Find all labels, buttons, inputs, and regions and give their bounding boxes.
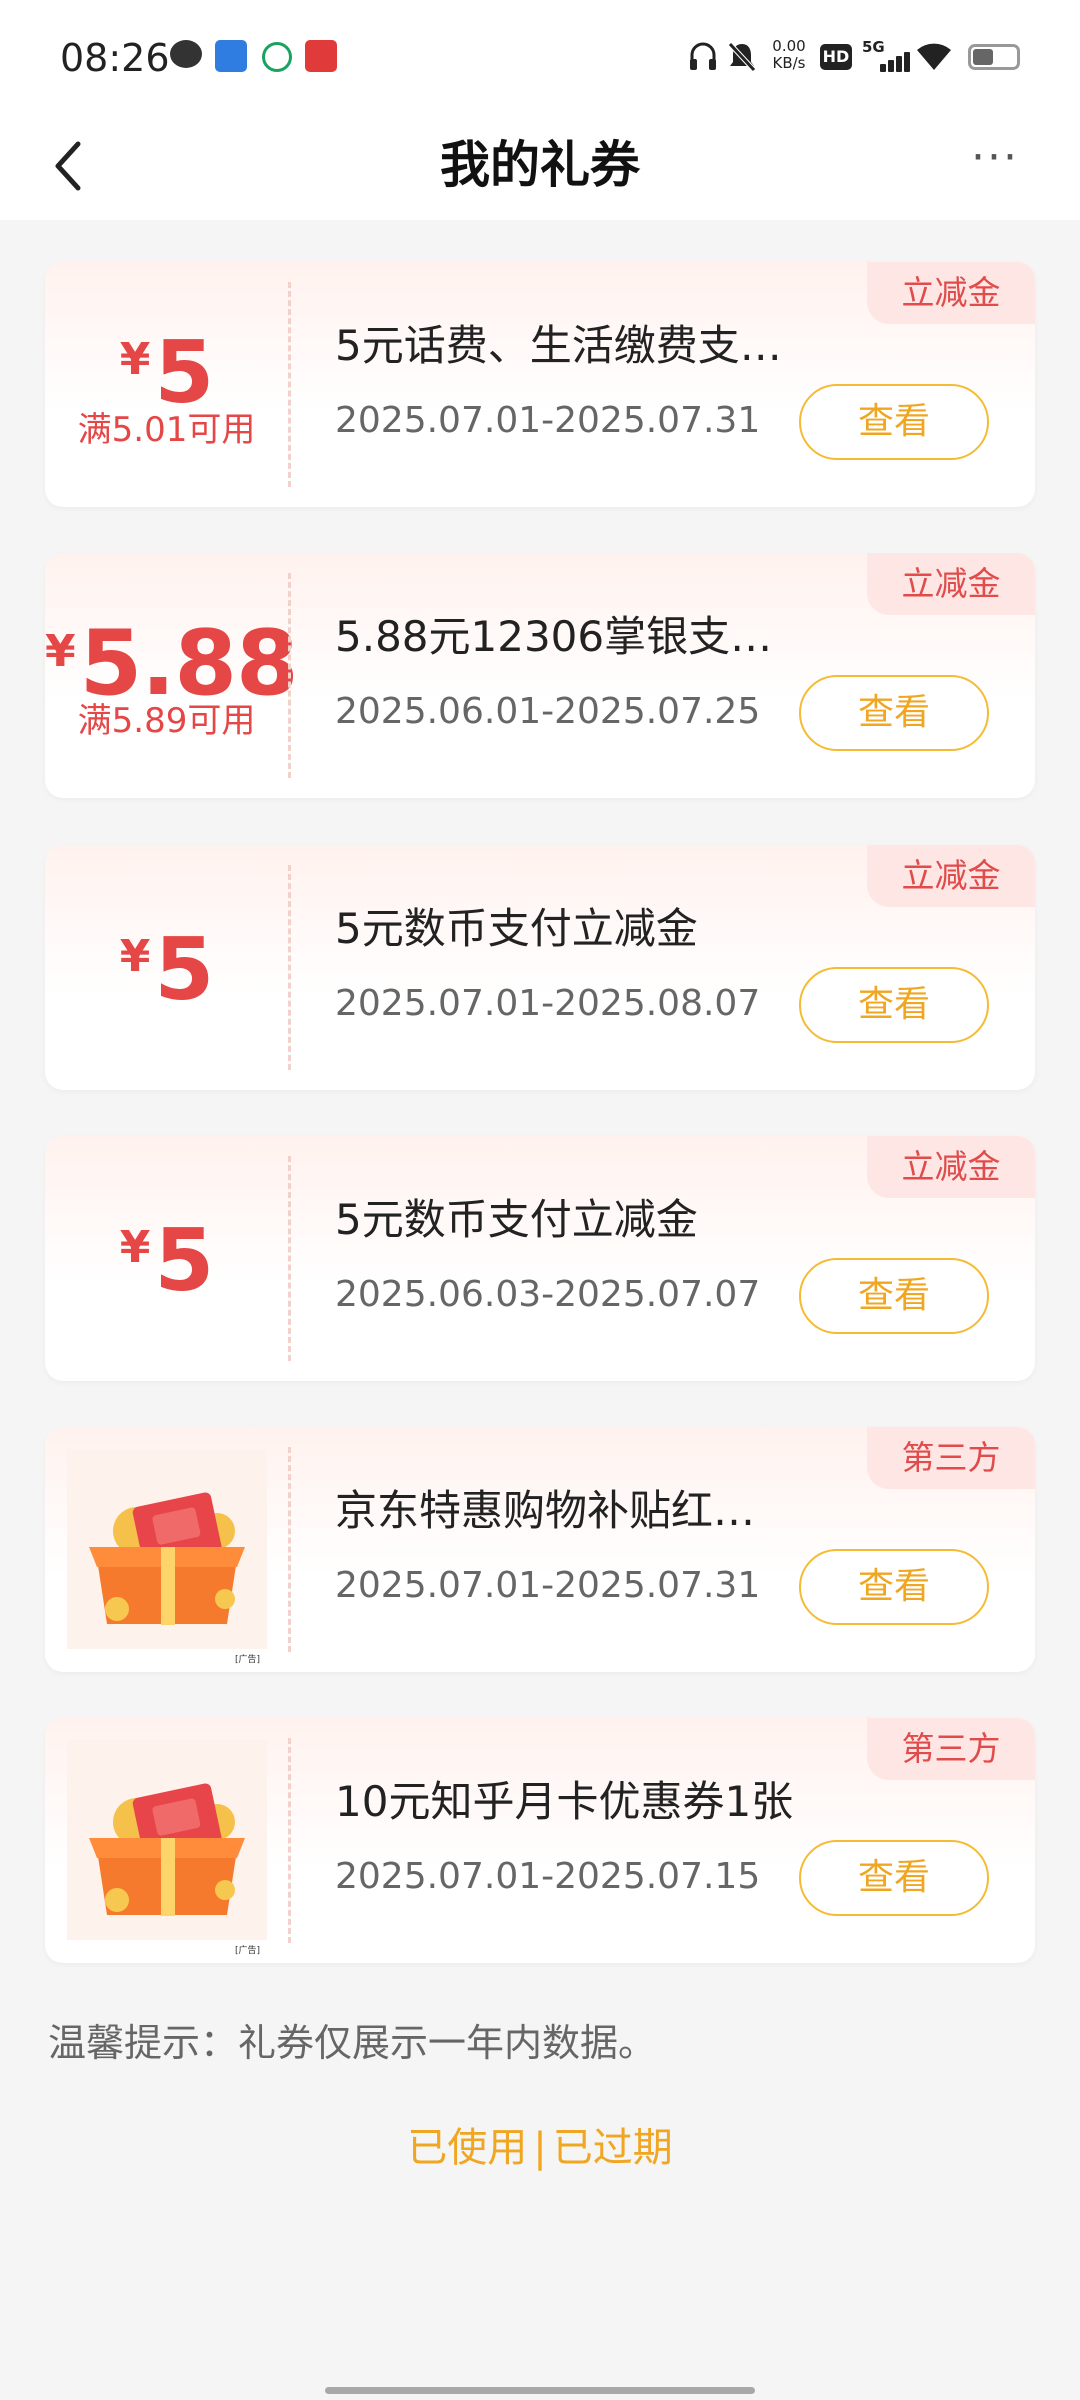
coupon-condition: 满5.01可用 xyxy=(77,410,256,450)
coupon-type-tag: 第三方 xyxy=(867,1427,1035,1489)
dashed-divider xyxy=(288,1738,291,1943)
gift-box-icon: [广告] xyxy=(67,1449,267,1665)
history-links: 已使用 | 已过期 xyxy=(0,2120,1080,2176)
coupon-date-range: 2025.07.01-2025.07.15 xyxy=(335,1856,761,1897)
ad-label: [广告] xyxy=(235,1655,261,1665)
coupon-type-tag: 立减金 xyxy=(867,1136,1035,1198)
gift-box-icon: [广告] xyxy=(67,1740,267,1956)
coupon-amount: ¥5 xyxy=(45,927,288,1013)
coupon-value: ¥5 xyxy=(45,845,288,1090)
dashed-divider xyxy=(288,1156,291,1361)
signal-icon: 5G xyxy=(862,38,910,72)
coupon-card[interactable]: 第三方 [广告] 10元知乎月卡优惠券1张 2025.07.01-2025.07… xyxy=(45,1718,1035,1963)
app-notification-icon xyxy=(215,40,247,72)
coupon-type-tag: 立减金 xyxy=(867,262,1035,324)
currency-symbol: ¥ xyxy=(119,334,151,385)
dashed-divider xyxy=(288,865,291,1070)
view-button[interactable]: 查看 xyxy=(799,384,989,460)
coupon-amount: ¥5 xyxy=(45,1218,288,1304)
coupon-card[interactable]: 立减金 ¥5 5元数币支付立减金 2025.06.03-2025.07.07 查… xyxy=(45,1136,1035,1381)
status-time: 08:26 xyxy=(60,36,170,80)
tip-text: 温馨提示：礼券仅展示一年内数据。 xyxy=(48,2021,657,2065)
headphones-icon xyxy=(688,40,718,80)
coupon-condition: 满5.89可用 xyxy=(77,701,256,741)
coupon-title: 5.88元12306掌银支… xyxy=(335,612,773,661)
coupon-type-tag: 第三方 xyxy=(867,1718,1035,1780)
coupon-value: ¥5.88 满5.89可用 xyxy=(45,553,299,798)
coupon-title: 京东特惠购物补贴红… xyxy=(335,1486,756,1535)
app-notification-icon xyxy=(305,40,337,72)
view-button[interactable]: 查看 xyxy=(799,1258,989,1334)
view-button[interactable]: 查看 xyxy=(799,675,989,751)
speed-value: 0.00 xyxy=(772,37,806,55)
dashed-divider xyxy=(288,573,291,778)
coupon-date-range: 2025.07.01-2025.07.31 xyxy=(335,1565,761,1606)
coupon-card[interactable]: 第三方 [广告] 京东特惠购物补贴红… 2025.07.01-2025.07.3… xyxy=(45,1427,1035,1672)
coupon-title: 5元数币支付立减金 xyxy=(335,1195,698,1244)
coupon-amount: ¥5.88 xyxy=(45,619,299,709)
coupon-card[interactable]: 立减金 ¥5 满5.01可用 5元话费、生活缴费支… 2025.07.01-20… xyxy=(45,262,1035,507)
hd-badge: HD xyxy=(820,44,852,70)
speed-unit: KB/s xyxy=(772,54,806,72)
coupon-date-range: 2025.06.03-2025.07.07 xyxy=(335,1274,761,1315)
coupon-page: 08:26 0.00 KB/s HD 5G 我的礼券 ··· 立减金 ¥5 满5… xyxy=(0,0,1080,2400)
coupon-date-range: 2025.06.01-2025.07.25 xyxy=(335,691,761,732)
used-link[interactable]: 已使用 xyxy=(407,2125,527,2171)
view-button[interactable]: 查看 xyxy=(799,1549,989,1625)
coupon-value: ¥5 xyxy=(45,1136,288,1381)
amount-value: 5 xyxy=(154,323,214,423)
more-dots-icon: ··· xyxy=(971,132,1019,183)
coupon-card[interactable]: 立减金 ¥5 5元数币支付立减金 2025.07.01-2025.08.07 查… xyxy=(45,845,1035,1090)
coupon-type-tag: 立减金 xyxy=(867,845,1035,907)
currency-symbol: ¥ xyxy=(119,931,151,982)
link-separator: | xyxy=(533,2125,547,2171)
coupon-type-tag: 立减金 xyxy=(867,553,1035,615)
page-title: 我的礼券 xyxy=(440,136,640,194)
bell-muted-icon xyxy=(726,40,758,82)
coupon-date-range: 2025.07.01-2025.07.31 xyxy=(335,400,761,441)
currency-symbol: ¥ xyxy=(119,1222,151,1273)
coupon-title: 5元数币支付立减金 xyxy=(335,904,698,953)
wifi-icon xyxy=(915,40,953,80)
currency-symbol: ¥ xyxy=(45,626,76,677)
nav-header: 我的礼券 ··· xyxy=(0,110,1080,220)
view-button[interactable]: 查看 xyxy=(799,967,989,1043)
carrier-icon xyxy=(262,42,292,72)
more-button[interactable]: ··· xyxy=(960,136,1030,194)
home-indicator[interactable] xyxy=(325,2387,755,2394)
dashed-divider xyxy=(288,1447,291,1652)
coupon-amount: ¥5 xyxy=(45,330,288,416)
status-bar: 08:26 0.00 KB/s HD 5G xyxy=(0,0,1080,110)
expired-link[interactable]: 已过期 xyxy=(553,2125,673,2171)
coupon-card[interactable]: 立减金 ¥5.88 满5.89可用 5.88元12306掌银支… 2025.06… xyxy=(45,553,1035,798)
amount-value: 5 xyxy=(154,920,214,1020)
coupon-value: ¥5 满5.01可用 xyxy=(45,262,288,507)
ad-label: [广告] xyxy=(235,1946,261,1956)
view-button[interactable]: 查看 xyxy=(799,1840,989,1916)
chat-bubble-icon xyxy=(170,40,202,68)
dashed-divider xyxy=(288,282,291,487)
battery-icon xyxy=(968,44,1020,70)
coupon-date-range: 2025.07.01-2025.08.07 xyxy=(335,983,761,1024)
network-speed: 0.00 KB/s xyxy=(768,38,810,72)
network-type: 5G xyxy=(862,38,885,56)
coupon-title: 10元知乎月卡优惠券1张 xyxy=(335,1777,794,1826)
coupon-title: 5元话费、生活缴费支… xyxy=(335,321,782,370)
amount-value: 5 xyxy=(154,1211,214,1311)
